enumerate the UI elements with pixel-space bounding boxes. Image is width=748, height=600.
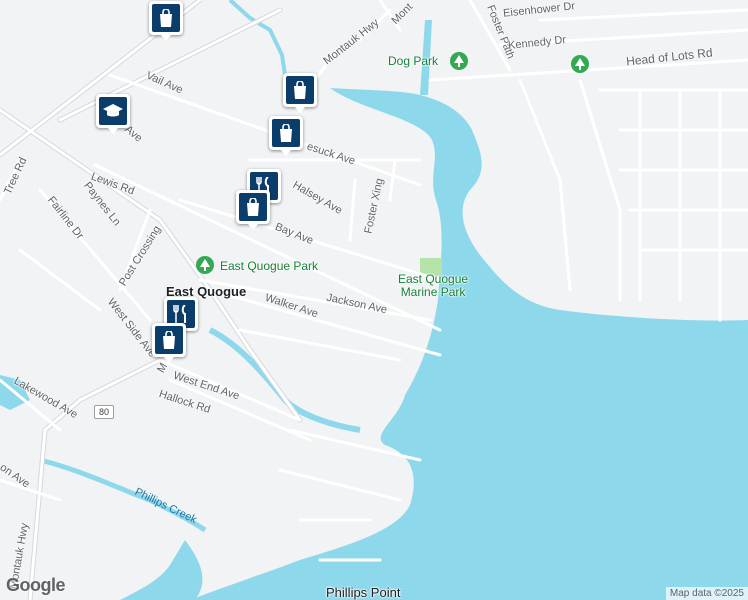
map-attribution[interactable]: Map data ©2025: [665, 587, 748, 600]
shopping-bag-icon[interactable]: [283, 73, 317, 113]
shopping-bag-icon[interactable]: [236, 190, 270, 230]
park-tree-icon[interactable]: [571, 55, 589, 73]
dog-park-tree-icon[interactable]: [450, 52, 468, 70]
shopping-bag-icon[interactable]: [152, 323, 186, 363]
bay-water: [190, 88, 748, 600]
google-logo[interactable]: Google: [6, 575, 66, 596]
marine-park-label[interactable]: East Quogue Marine Park: [398, 273, 468, 299]
lower-cove: [120, 540, 203, 600]
graduation-cap-icon[interactable]: [96, 94, 130, 134]
phillips-point-label: Phillips Point: [326, 585, 401, 600]
eq-park-label[interactable]: East Quogue Park: [220, 260, 318, 273]
marine-park-line2: Marine Park: [400, 285, 466, 299]
shopping-bag-icon[interactable]: [149, 1, 183, 41]
eq-park-tree-icon[interactable]: [196, 256, 214, 274]
shopping-bag-icon[interactable]: [269, 116, 303, 156]
route-80-shield: 80: [94, 405, 114, 419]
dog-park-label[interactable]: Dog Park: [388, 55, 438, 68]
map-canvas[interactable]: Vail Ave Lewis Rd Paynes Ln Fairline Dr …: [0, 0, 748, 600]
